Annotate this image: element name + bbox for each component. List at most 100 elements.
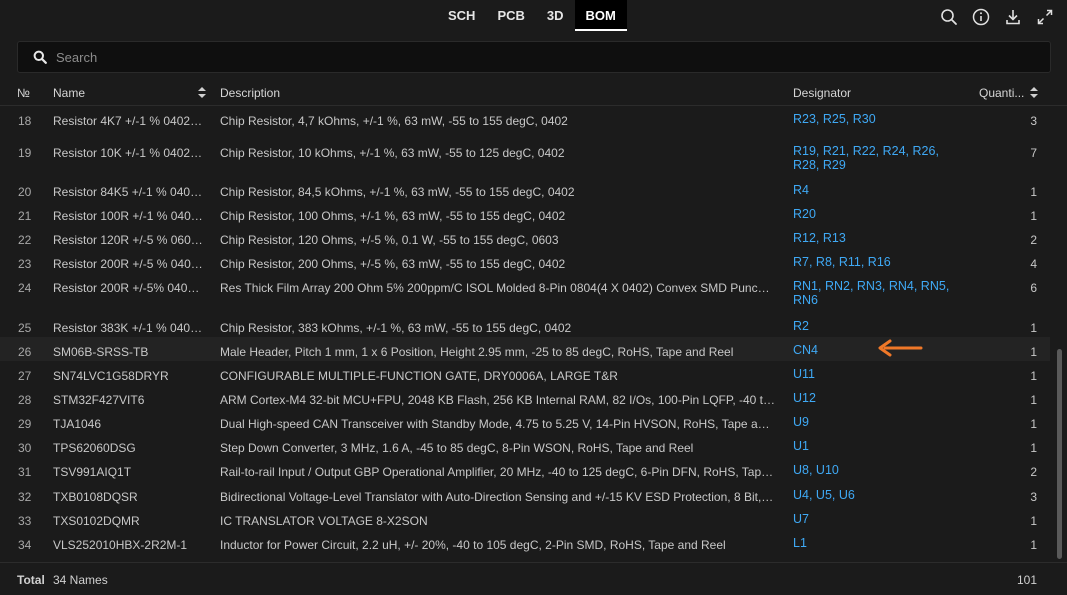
row-description: Chip Resistor, 4,7 kOhms, +/-1 %, 63 mW,… — [220, 114, 568, 128]
row-name: SN74LVC1G58DRYR — [53, 369, 169, 383]
row-number: 27 — [18, 369, 32, 383]
fullscreen-icon[interactable] — [1029, 6, 1061, 28]
table-header: № Name Description Designator Quanti... — [0, 80, 1067, 106]
row-description: Chip Resistor, 84,5 kOhms, +/-1 %, 63 mW… — [220, 185, 575, 199]
table-row[interactable]: 29 TJA1046 Dual High-speed CAN Transceiv… — [0, 409, 1050, 433]
column-header-number: № — [17, 86, 30, 100]
tab-3d[interactable]: 3D — [536, 0, 575, 31]
row-description: Chip Resistor, 200 Ohms, +/-5 %, 63 mW, … — [220, 257, 566, 271]
row-name: TXB0108DQSR — [53, 490, 138, 504]
row-designator[interactable]: R2 — [793, 319, 963, 333]
row-quantity: 7 — [1030, 146, 1037, 160]
row-quantity: 3 — [1030, 114, 1037, 128]
table-row[interactable]: 24 Resistor 200R +/-5% 0402 ... Res Thic… — [0, 273, 1050, 317]
sort-icon[interactable] — [1030, 87, 1038, 101]
arrow-left-icon — [877, 339, 923, 362]
row-description: ARM Cortex-M4 32-bit MCU+FPU, 2048 KB Fl… — [220, 393, 776, 407]
table-row[interactable]: 27 SN74LVC1G58DRYR CONFIGURABLE MULTIPLE… — [0, 361, 1050, 385]
scrollbar[interactable] — [1057, 349, 1062, 559]
row-designator[interactable]: R20 — [793, 207, 963, 221]
row-designator[interactable]: L1 — [793, 536, 963, 550]
row-quantity: 1 — [1030, 185, 1037, 199]
toolbar-icons — [933, 6, 1061, 28]
row-quantity: 1 — [1030, 321, 1037, 335]
table-row[interactable]: 21 Resistor 100R +/-1 % 0402 ... Chip Re… — [0, 201, 1050, 225]
table-row[interactable]: 23 Resistor 200R +/-5 % 0402... Chip Res… — [0, 249, 1050, 273]
search-input[interactable] — [56, 42, 1036, 72]
row-number: 22 — [18, 233, 32, 247]
row-quantity: 2 — [1030, 465, 1037, 479]
row-name: Resistor 100R +/-1 % 0402 ... — [53, 209, 203, 223]
row-number: 34 — [18, 538, 32, 552]
row-designator[interactable]: R7, R8, R11, R16 — [793, 255, 963, 269]
table-row[interactable]: 32 TXB0108DQSR Bidirectional Voltage-Lev… — [0, 482, 1050, 506]
row-designator[interactable]: R23, R25, R30 — [793, 112, 963, 126]
search-box — [17, 41, 1051, 73]
row-designator[interactable]: U1 — [793, 439, 963, 453]
row-designator[interactable]: U7 — [793, 512, 963, 526]
row-quantity: 1 — [1030, 345, 1037, 359]
row-designator[interactable]: R12, R13 — [793, 231, 963, 245]
row-quantity: 4 — [1030, 257, 1037, 271]
row-number: 25 — [18, 321, 32, 335]
row-designator[interactable]: U4, U5, U6 — [793, 488, 963, 502]
tab-sch[interactable]: SCH — [437, 0, 486, 31]
table-row[interactable]: 28 STM32F427VIT6 ARM Cortex-M4 32-bit MC… — [0, 385, 1050, 409]
table-footer: Total 34 Names 101 — [0, 562, 1067, 595]
table-row[interactable]: 31 TSV991AIQ1T Rail-to-rail Input / Outp… — [0, 457, 1050, 481]
row-designator[interactable]: R4 — [793, 183, 963, 197]
row-name: TPS62060DSG — [53, 441, 136, 455]
download-icon[interactable] — [997, 6, 1029, 28]
row-designator[interactable]: RN1, RN2, RN3, RN4, RN5, RN6 — [793, 279, 953, 307]
row-name: Resistor 200R +/-5% 0402 ... — [53, 281, 203, 295]
sort-icon[interactable] — [198, 87, 206, 101]
row-name: Resistor 10K +/-1 % 0402 6... — [53, 146, 203, 160]
table-row[interactable]: 25 Resistor 383K +/-1 % 0402... Chip Res… — [0, 313, 1050, 337]
table-row[interactable]: 22 Resistor 120R +/-5 % 0603... Chip Res… — [0, 225, 1050, 249]
column-header-name[interactable]: Name — [53, 86, 85, 100]
column-header-designator[interactable]: Designator — [793, 86, 851, 100]
column-header-description[interactable]: Description — [220, 86, 280, 100]
row-number: 26 — [18, 345, 32, 359]
row-description: Chip Resistor, 100 Ohms, +/-1 %, 63 mW, … — [220, 209, 566, 223]
row-designator[interactable]: U9 — [793, 415, 963, 429]
row-description: Chip Resistor, 10 kOhms, +/-1 %, 63 mW, … — [220, 146, 565, 160]
row-description: Chip Resistor, 120 Ohms, +/-5 %, 0.1 W, … — [220, 233, 559, 247]
column-header-quantity[interactable]: Quanti... — [979, 86, 1024, 100]
row-number: 19 — [18, 146, 32, 160]
row-designator[interactable]: R19, R21, R22, R24, R26, R28, R29 — [793, 144, 953, 172]
table-row[interactable]: 33 TXS0102DQMR IC TRANSLATOR VOLTAGE 8-X… — [0, 506, 1050, 530]
table-row[interactable]: 20 Resistor 84K5 +/-1 % 0402... Chip Res… — [0, 177, 1050, 201]
row-description: Rail-to-rail Input / Output GBP Operatio… — [220, 465, 776, 479]
footer-total-label: Total — [17, 573, 45, 587]
table-row[interactable]: 34 VLS252010HBX-2R2M-1 Inductor for Powe… — [0, 530, 1050, 554]
row-name: TJA1046 — [53, 417, 102, 431]
footer-names-count: 34 Names — [53, 573, 108, 587]
row-quantity: 1 — [1030, 393, 1037, 407]
tab-bom[interactable]: BOM — [574, 0, 627, 31]
row-description: Male Header, Pitch 1 mm, 1 x 6 Position,… — [220, 345, 734, 359]
row-description: IC TRANSLATOR VOLTAGE 8-X2SON — [220, 514, 428, 528]
row-name: VLS252010HBX-2R2M-1 — [53, 538, 188, 552]
table-row[interactable]: 19 Resistor 10K +/-1 % 0402 6... Chip Re… — [0, 138, 1050, 182]
search-icon[interactable] — [933, 6, 965, 28]
view-tabs: SCH PCB 3D BOM — [437, 0, 627, 31]
row-number: 33 — [18, 514, 32, 528]
row-name: Resistor 120R +/-5 % 0603... — [53, 233, 203, 247]
footer-quantity-total: 101 — [1016, 573, 1037, 587]
row-quantity: 1 — [1030, 369, 1037, 383]
info-icon[interactable] — [965, 6, 997, 28]
row-designator[interactable]: U11 — [793, 367, 963, 381]
table-row[interactable]: 18 Resistor 4K7 +/-1 % 0402 ... Chip Res… — [0, 106, 1050, 135]
table-row[interactable]: 30 TPS62060DSG Step Down Converter, 3 MH… — [0, 433, 1050, 457]
search-icon — [33, 50, 47, 69]
row-number: 31 — [18, 465, 32, 479]
row-number: 20 — [18, 185, 32, 199]
row-designator[interactable]: U12 — [793, 391, 963, 405]
row-name: TSV991AIQ1T — [53, 465, 132, 479]
row-name: Resistor 4K7 +/-1 % 0402 ... — [53, 114, 203, 128]
row-number: 29 — [18, 417, 32, 431]
row-description: Inductor for Power Circuit, 2.2 uH, +/- … — [220, 538, 726, 552]
tab-pcb[interactable]: PCB — [486, 0, 535, 31]
row-designator[interactable]: U8, U10 — [793, 463, 963, 477]
